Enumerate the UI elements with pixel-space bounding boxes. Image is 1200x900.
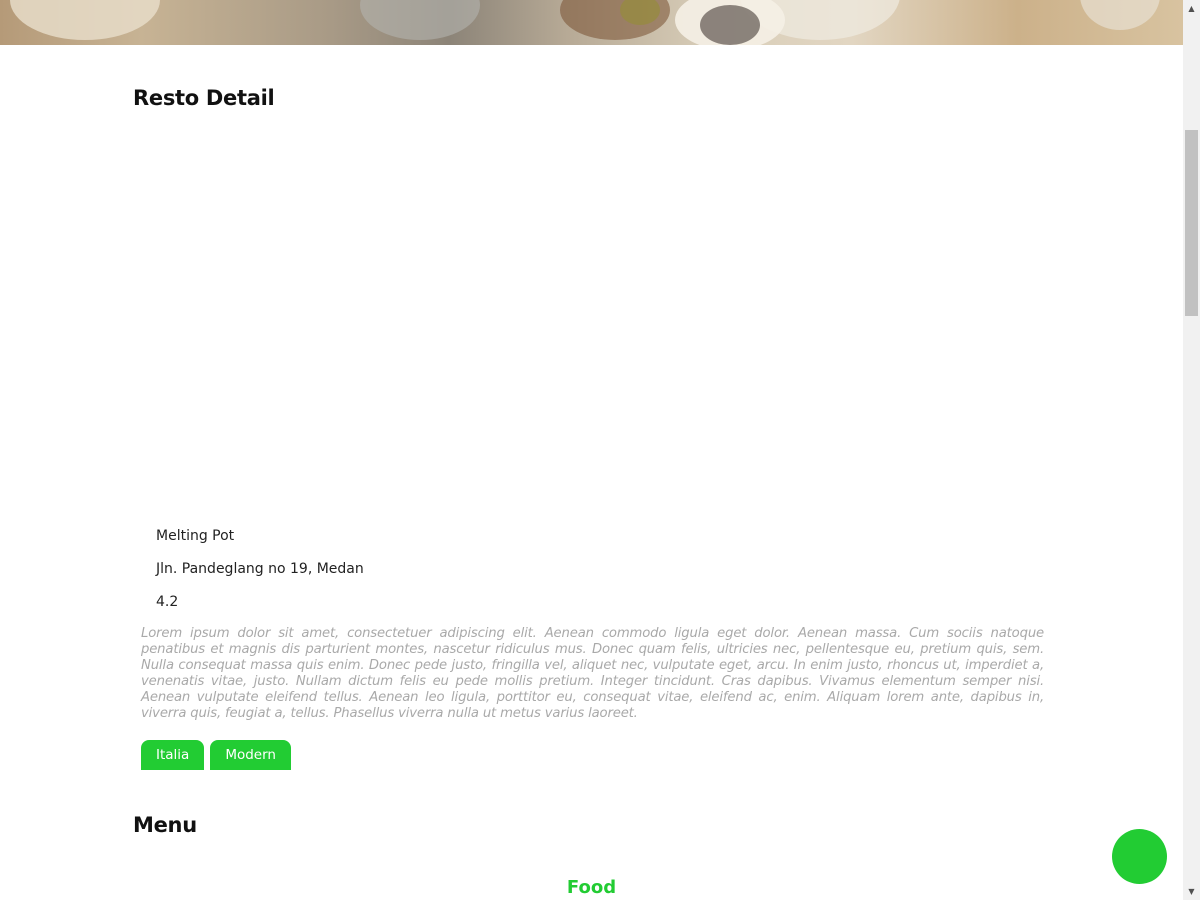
menu-title: Menu: [133, 813, 197, 837]
vertical-scrollbar[interactable]: ▲ ▼: [1183, 0, 1200, 900]
restaurant-address: Jln. Pandeglang no 19, Medan: [156, 561, 364, 577]
food-heading: Food: [566, 877, 617, 898]
restaurant-description: Lorem ipsum dolor sit amet, consectetuer…: [141, 626, 1044, 721]
category-tag-italia: Italia: [141, 740, 205, 770]
page: Resto Detail Melting Pot Jln. Pandeglang…: [0, 0, 1183, 900]
category-tags: Italia Modern: [141, 740, 291, 770]
resto-detail-title: Resto Detail: [133, 86, 275, 110]
scroll-down-icon[interactable]: ▼: [1183, 883, 1200, 900]
category-tag-modern: Modern: [210, 740, 291, 770]
scroll-up-icon[interactable]: ▲: [1183, 0, 1200, 17]
restaurant-rating: 4.2: [156, 594, 179, 610]
hero-image: [0, 0, 1183, 45]
restaurant-name: Melting Pot: [156, 528, 235, 544]
scrollbar-thumb[interactable]: [1185, 130, 1198, 316]
favorite-button[interactable]: [1112, 829, 1167, 884]
